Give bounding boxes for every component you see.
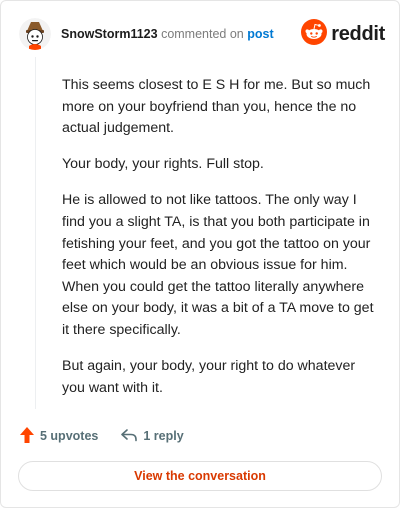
action-text: commented on [161, 27, 244, 41]
reddit-logo-icon [301, 18, 328, 50]
upvote-arrow-icon [19, 426, 40, 447]
comment-actions: 5 upvotes 1 reply [19, 425, 184, 447]
post-link[interactable]: post [247, 27, 273, 41]
reddit-wordmark: reddit [331, 23, 385, 45]
comment-paragraph-2: Your body, your rights. Full stop. [62, 156, 264, 173]
comment-paragraph-1: This seems closest to E S H for me. But … [62, 77, 371, 137]
reply-button[interactable]: 1 reply [120, 427, 184, 446]
reply-arrow-icon [120, 427, 143, 446]
replies-count: 1 reply [143, 429, 184, 443]
comment-byline: SnowStorm1123 commented on post [61, 26, 274, 42]
upvote-button[interactable]: 5 upvotes [19, 426, 98, 447]
comment-card: SnowStorm1123 commented on post reddit T… [0, 0, 400, 508]
comment-header: SnowStorm1123 commented on post reddit [19, 17, 385, 51]
comment-paragraph-3: He is allowed to not like tattoos. The o… [62, 192, 374, 338]
comment-body: This seems closest to E S H for me. But … [62, 75, 378, 414]
user-avatar-icon[interactable] [19, 18, 51, 50]
username-link[interactable]: SnowStorm1123 [61, 27, 158, 41]
reddit-brand[interactable]: reddit [301, 18, 385, 50]
thread-line [35, 57, 36, 409]
comment-paragraph-4: But again, your body, your right to do w… [62, 358, 356, 396]
view-conversation-button[interactable]: View the conversation [18, 461, 382, 491]
upvotes-count: 5 upvotes [40, 429, 99, 443]
